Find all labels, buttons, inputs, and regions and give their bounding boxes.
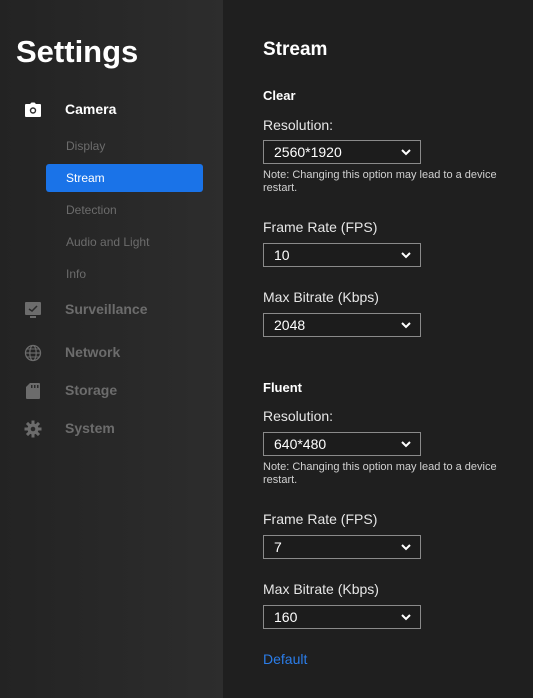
section-title-fluent: Fluent <box>263 380 302 395</box>
chevron-down-icon <box>401 544 411 551</box>
nav-item-camera-label: Camera <box>65 101 117 117</box>
sidebar-item-audio-and-light[interactable]: Audio and Light <box>46 228 203 256</box>
fluent-resolution-label: Resolution: <box>263 408 334 424</box>
fluent-framerate-value: 7 <box>274 539 282 555</box>
section-title-clear: Clear <box>263 88 296 103</box>
nav-item-network-label: Network <box>65 344 121 360</box>
nav-item-surveillance-label: Surveillance <box>65 301 148 317</box>
nav-item-system-label: System <box>65 420 115 436</box>
sidebar-item-label: Stream <box>66 171 105 185</box>
chevron-down-icon <box>401 149 411 156</box>
sidebar-item-label: Info <box>66 267 87 281</box>
clear-bitrate-select[interactable]: 2048 <box>263 313 421 337</box>
chevron-down-icon <box>401 322 411 329</box>
sd-card-icon <box>24 382 42 400</box>
globe-icon <box>24 344 42 362</box>
clear-resolution-label: Resolution: <box>263 117 334 133</box>
sidebar-item-info[interactable]: Info <box>46 260 203 288</box>
sidebar-item-stream[interactable]: Stream <box>46 164 203 192</box>
sidebar-item-label: Audio and Light <box>66 235 150 249</box>
clear-framerate-label: Frame Rate (FPS) <box>263 219 378 235</box>
fluent-resolution-note: Note: Changing this option may lead to a… <box>263 461 497 486</box>
clear-resolution-value: 2560*1920 <box>274 144 342 160</box>
clear-resolution-note: Note: Changing this option may lead to a… <box>263 169 497 194</box>
sidebar-item-detection[interactable]: Detection <box>46 196 203 224</box>
fluent-bitrate-value: 160 <box>274 609 298 625</box>
fluent-bitrate-select[interactable]: 160 <box>263 605 421 629</box>
clear-bitrate-value: 2048 <box>274 317 306 333</box>
monitor-icon <box>24 301 42 319</box>
nav-item-surveillance[interactable]: Surveillance <box>0 297 223 321</box>
sidebar: Settings Camera Display Stream Detection… <box>0 0 223 698</box>
sidebar-item-label: Display <box>66 139 106 153</box>
fluent-framerate-label: Frame Rate (FPS) <box>263 511 378 527</box>
chevron-down-icon <box>401 252 411 259</box>
nav-item-network[interactable]: Network <box>0 340 223 364</box>
fluent-resolution-value: 640*480 <box>274 436 327 452</box>
chevron-down-icon <box>401 614 411 621</box>
clear-framerate-select[interactable]: 10 <box>263 243 421 267</box>
nav-item-storage-label: Storage <box>65 382 118 398</box>
nav-item-system[interactable]: System <box>0 416 223 440</box>
chevron-down-icon <box>401 441 411 448</box>
fluent-bitrate-label: Max Bitrate (Kbps) <box>263 581 379 597</box>
default-link[interactable]: Default <box>263 651 307 667</box>
sidebar-item-label: Detection <box>66 203 117 217</box>
clear-resolution-select[interactable]: 2560*1920 <box>263 140 421 164</box>
nav-item-storage[interactable]: Storage <box>0 378 223 402</box>
camera-icon <box>24 101 42 119</box>
nav-item-camera[interactable]: Camera <box>0 97 223 121</box>
gear-icon <box>24 420 42 438</box>
page-title: Stream <box>263 39 328 60</box>
clear-bitrate-label: Max Bitrate (Kbps) <box>263 289 379 305</box>
fluent-framerate-select[interactable]: 7 <box>263 535 421 559</box>
sidebar-item-display[interactable]: Display <box>46 132 203 160</box>
clear-framerate-value: 10 <box>274 247 290 263</box>
fluent-resolution-select[interactable]: 640*480 <box>263 432 421 456</box>
app-title: Settings <box>16 34 139 69</box>
